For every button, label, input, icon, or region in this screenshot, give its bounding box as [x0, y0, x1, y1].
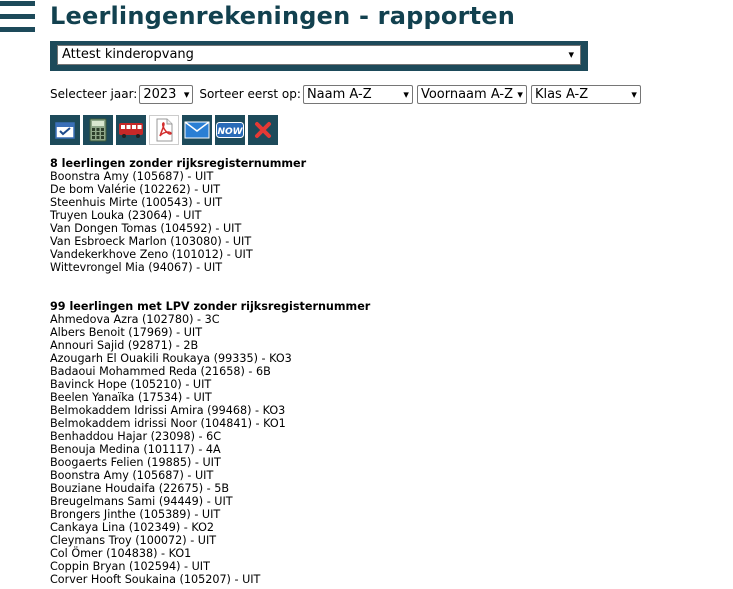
- list-item: Annouri Sajid (92871) - 2B: [50, 339, 199, 352]
- sort-select-1[interactable]: Naam A-Z ▾: [302, 84, 413, 104]
- student-list-no-rrn: Boonstra Amy (105687) - UIT De bom Valér…: [50, 170, 370, 274]
- list-item: Bavinck Hope (105210) - UIT: [50, 378, 212, 391]
- now-icon: NOW: [216, 122, 244, 138]
- mail-icon: [184, 121, 210, 139]
- list-item: Van Esbroeck Marlon (103080) - UIT: [50, 235, 252, 248]
- list-item: Wittevrongel Mia (94067) - UIT: [50, 261, 223, 274]
- list-item: Boogaerts Felien (19885) - UIT: [50, 456, 221, 469]
- list-item: Azougarh El Ouakili Roukaya (99335) - KO…: [50, 352, 292, 365]
- list-item: Coppin Bryan (102594) - UIT: [50, 560, 210, 573]
- pdf-icon: [156, 118, 173, 142]
- list-item: Benouja Medina (101117) - 4A: [50, 443, 221, 456]
- chevron-down-icon: ▾: [568, 48, 574, 61]
- section-title-no-rrn: 8 leerlingen zonder rijksregisternummer: [50, 157, 307, 170]
- list-item: Benhaddou Hajar (23098) - 6C: [50, 430, 222, 443]
- pdf-button[interactable]: [149, 115, 179, 145]
- list-item: Belmokaddem idrissi Noor (104841) - KO1: [50, 417, 286, 430]
- list-item: Steenhuis Mirte (100543) - UIT: [50, 196, 223, 209]
- list-item: Truyen Louka (23064) - UIT: [50, 209, 202, 222]
- bus-icon: [119, 123, 143, 138]
- year-select[interactable]: 2023 ▾: [139, 84, 194, 104]
- menu-bar: [0, 1, 35, 6]
- sort2-value: Voornaam A-Z: [420, 86, 514, 102]
- calculator-icon: [89, 118, 107, 142]
- chevron-down-icon: ▾: [403, 87, 409, 101]
- menu-bar: [0, 27, 35, 32]
- close-icon: [255, 122, 271, 138]
- list-item: Albers Benoit (17969) - UIT: [50, 326, 203, 339]
- mail-button[interactable]: [182, 115, 212, 145]
- report-type-select[interactable]: Attest kinderopvang ▾: [57, 45, 581, 65]
- list-item: Belmokaddem Idrissi Amira (99468) - KO3: [50, 404, 286, 417]
- hamburger-menu-icon[interactable]: [0, 0, 35, 40]
- chevron-down-icon: ▾: [183, 87, 190, 101]
- list-item: Brongers Jinthe (105389) - UIT: [50, 508, 221, 521]
- chevron-down-icon: ▾: [517, 87, 523, 101]
- sort1-value: Naam A-Z: [306, 86, 372, 102]
- now-button[interactable]: NOW: [215, 115, 245, 145]
- close-button[interactable]: [248, 115, 278, 145]
- sort-select-2[interactable]: Voornaam A-Z ▾: [416, 84, 527, 104]
- list-item: Boonstra Amy (105687) - UIT: [50, 170, 214, 183]
- menu-bar: [0, 14, 35, 19]
- list-item: Bouziane Houdaifa (22675) - 5B: [50, 482, 229, 495]
- checklist-button[interactable]: [50, 115, 80, 145]
- toolbar: NOW: [50, 115, 281, 145]
- list-item: Van Dongen Tomas (104592) - UIT: [50, 222, 242, 235]
- list-item: Boonstra Amy (105687) - UIT: [50, 469, 214, 482]
- list-item: Ahmedova Azra (102780) - 3C: [50, 313, 220, 326]
- checklist-icon: [55, 122, 75, 139]
- list-item: De bom Valérie (102262) - UIT: [50, 183, 221, 196]
- page-title: Leerlingenrekeningen - rapporten: [50, 2, 516, 30]
- report-type-value: Attest kinderopvang: [62, 47, 194, 62]
- report-select-container: Attest kinderopvang ▾: [50, 41, 588, 71]
- student-list-lpv-no-rrn: Ahmedova Azra (102780) - 3C Albers Benoi…: [50, 313, 370, 586]
- list-item: Beelen Yanaïka (17534) - UIT: [50, 391, 212, 404]
- sort-label: Sorteer eerst op:: [199, 87, 301, 101]
- sort3-value: Klas A-Z: [534, 86, 589, 102]
- year-value: 2023: [143, 86, 177, 102]
- year-label: Selecteer jaar:: [50, 87, 138, 101]
- list-item: Col Ömer (104838) - KO1: [50, 547, 192, 560]
- list-item: Badaoui Mohammed Reda (21658) - 6B: [50, 365, 271, 378]
- list-item: Cleymans Troy (100072) - UIT: [50, 534, 217, 547]
- filter-bar: Selecteer jaar: 2023 ▾ Sorteer eerst op:…: [50, 84, 645, 104]
- list-item: Cankaya Lina (102349) - KO2: [50, 521, 215, 534]
- bus-button[interactable]: [116, 115, 146, 145]
- now-label: NOW: [217, 127, 243, 137]
- section-title-lpv-no-rrn: 99 leerlingen met LPV zonder rijksregist…: [50, 300, 371, 313]
- calculator-button[interactable]: [83, 115, 113, 145]
- list-item: Vandekerkhove Zeno (101012) - UIT: [50, 248, 253, 261]
- report-content: 8 leerlingen zonder rijksregisternummer …: [50, 157, 370, 586]
- chevron-down-icon: ▾: [631, 87, 637, 101]
- sort-select-3[interactable]: Klas A-Z ▾: [530, 84, 641, 104]
- list-item: Breugelmans Sami (94449) - UIT: [50, 495, 233, 508]
- list-item: Corver Hooft Soukaina (105207) - UIT: [50, 573, 261, 586]
